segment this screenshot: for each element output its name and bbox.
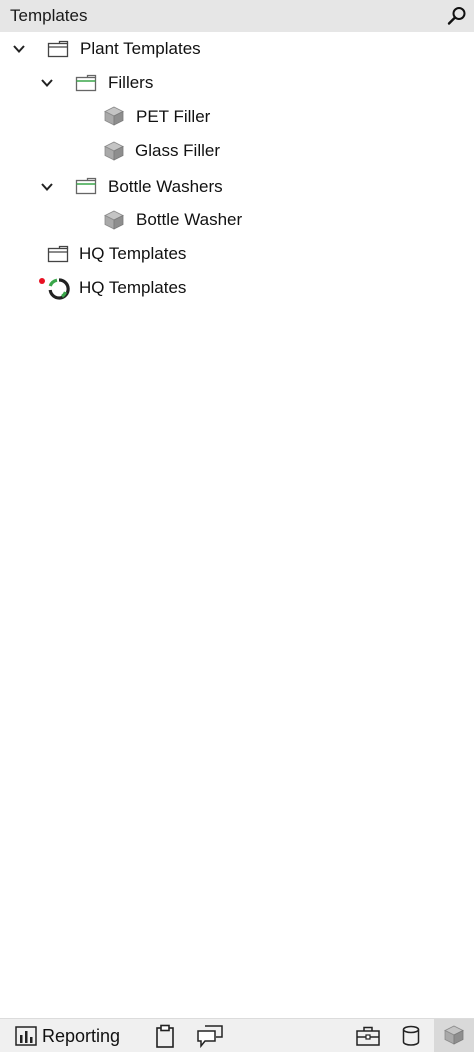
tree-node-bottle-washer[interactable]: Bottle Washer [0, 203, 474, 237]
tree-node-label: HQ Templates [79, 244, 187, 263]
templates-tab-button[interactable] [434, 1019, 474, 1052]
reporting-label: Reporting [42, 1026, 121, 1046]
tree-node-plant-templates[interactable]: Plant Templates [0, 32, 474, 66]
chevron-down-icon[interactable] [11, 41, 27, 57]
cube-icon [104, 141, 124, 161]
folder-icon [75, 74, 97, 92]
tree-node-label: Glass Filler [135, 141, 221, 160]
folder-icon [75, 177, 97, 195]
sync-loading-icon [39, 278, 70, 300]
tree-node-fillers[interactable]: Fillers [0, 66, 474, 100]
tree-node-pet-filler[interactable]: PET Filler [0, 100, 474, 134]
chevron-down-icon[interactable] [39, 75, 55, 91]
tree-node-glass-filler[interactable]: Glass Filler [0, 134, 474, 168]
panel-title: Templates [10, 6, 88, 25]
panel-header: Templates [0, 0, 474, 32]
tree-node-bottle-washers[interactable]: Bottle Washers [0, 168, 474, 202]
clipboard-button[interactable] [152, 1023, 178, 1049]
folder-icon [47, 40, 69, 58]
tree-node-label: Plant Templates [80, 39, 201, 58]
comments-icon [197, 1025, 223, 1048]
chevron-down-icon[interactable] [39, 179, 55, 195]
folder-icon [47, 245, 69, 263]
cube-icon [444, 1025, 464, 1045]
bar-chart-icon [15, 1026, 37, 1046]
tree-node-hq-templates-syncing[interactable]: HQ Templates [0, 271, 474, 305]
tree-node-hq-templates[interactable]: HQ Templates [0, 237, 474, 271]
search-icon [447, 7, 466, 25]
comments-button[interactable] [194, 1023, 224, 1049]
cube-icon [104, 106, 124, 126]
cube-icon [104, 210, 124, 230]
clipboard-icon [156, 1024, 174, 1048]
database-button[interactable] [398, 1023, 424, 1049]
status-dot [39, 278, 45, 284]
tree-node-label: Bottle Washers [108, 177, 223, 196]
tree-node-label: Fillers [108, 73, 154, 92]
reporting-button[interactable]: Reporting [12, 1023, 132, 1049]
toolbox-button[interactable] [354, 1023, 382, 1049]
database-icon [402, 1025, 420, 1046]
toolbox-icon [356, 1026, 380, 1046]
tree-node-label: HQ Templates [79, 278, 187, 297]
tree-node-label: PET Filler [136, 107, 211, 126]
footer-toolbar: Reporting [0, 1018, 474, 1052]
tree-node-label: Bottle Washer [136, 210, 243, 229]
search-button[interactable] [446, 5, 468, 27]
